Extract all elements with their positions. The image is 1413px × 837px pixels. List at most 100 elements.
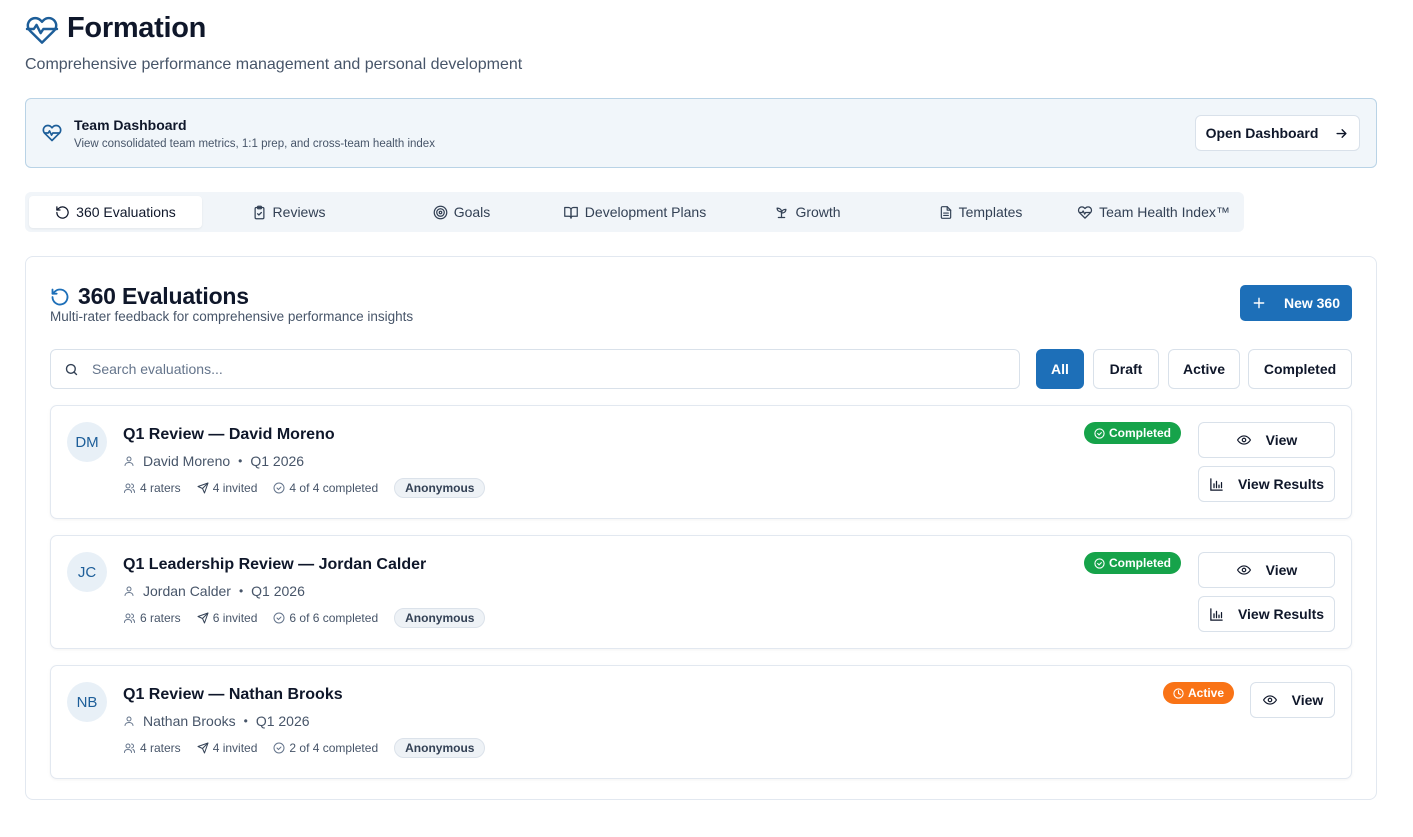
invited-count: 6 invited xyxy=(212,611,258,625)
user-icon xyxy=(123,585,135,597)
clipboard-check-icon xyxy=(252,205,267,220)
open-dashboard-button[interactable]: Open Dashboard xyxy=(1195,115,1360,151)
tab-templates[interactable]: Templates xyxy=(894,196,1067,228)
status-badge: Completed xyxy=(1084,422,1182,444)
raters-stat: 6 raters xyxy=(123,611,181,625)
completed-stat: 2 of 4 completed xyxy=(273,741,378,755)
check-circle-icon xyxy=(1094,427,1105,439)
status-label: Completed xyxy=(1109,426,1172,440)
eye-icon xyxy=(1236,433,1252,447)
tab-360-evaluations[interactable]: 360 Evaluations xyxy=(29,196,202,228)
view-button[interactable]: View xyxy=(1198,552,1335,588)
check-circle-icon xyxy=(273,742,285,754)
subject-name: Jordan Calder xyxy=(143,583,231,599)
tab-growth[interactable]: Growth xyxy=(721,196,894,228)
check-circle-icon xyxy=(273,482,285,494)
evaluation-meta: David Moreno • Q1 2026 xyxy=(123,453,304,469)
file-text-icon xyxy=(939,205,953,220)
filter-draft-button[interactable]: Draft xyxy=(1093,349,1159,389)
avatar: JC xyxy=(67,552,107,592)
tab-label: 360 Evaluations xyxy=(76,204,176,220)
subject-name: Nathan Brooks xyxy=(143,713,236,729)
send-icon xyxy=(197,482,209,494)
bar-chart-icon xyxy=(1209,607,1224,622)
search-icon xyxy=(64,362,79,377)
evaluation-title[interactable]: Q1 Leadership Review — Jordan Calder xyxy=(123,556,426,574)
status-label: Completed xyxy=(1109,556,1172,570)
anonymous-badge: Anonymous xyxy=(394,608,486,628)
view-button[interactable]: View xyxy=(1250,682,1335,718)
check-circle-icon xyxy=(1094,557,1105,569)
tab-label: Reviews xyxy=(272,204,326,220)
separator-dot: • xyxy=(243,714,248,728)
evaluation-card: DM Q1 Review — David Moreno David Moreno… xyxy=(50,405,1352,519)
tab-goals[interactable]: Goals xyxy=(375,196,548,228)
new-360-button[interactable]: New 360 xyxy=(1240,285,1352,321)
evaluation-stats: 4 raters 4 invited 4 of 4 completed Anon… xyxy=(123,478,486,498)
heart-pulse-icon xyxy=(42,123,62,143)
filter-completed-button[interactable]: Completed xyxy=(1248,349,1352,389)
avatar: DM xyxy=(67,422,107,462)
filter-active-button[interactable]: Active xyxy=(1168,349,1240,389)
tab-label: Goals xyxy=(453,204,491,220)
evaluation-card: JC Q1 Leadership Review — Jordan Calder … xyxy=(50,535,1352,649)
clock-icon xyxy=(1173,687,1184,699)
send-icon xyxy=(197,612,209,624)
evaluation-meta: Nathan Brooks • Q1 2026 xyxy=(123,713,310,729)
invited-count: 4 invited xyxy=(212,481,258,495)
evaluation-card: NB Q1 Review — Nathan Brooks Nathan Broo… xyxy=(50,665,1352,779)
section-title: 360 Evaluations xyxy=(78,283,249,309)
book-open-icon xyxy=(563,205,579,220)
review-period: Q1 2026 xyxy=(255,713,310,729)
section-subtitle: Multi-rater feedback for comprehensive p… xyxy=(50,309,414,324)
users-icon xyxy=(123,742,136,754)
app-subtitle: Comprehensive performance management and… xyxy=(25,56,523,73)
team-dashboard-banner: Team Dashboard View consolidated team me… xyxy=(25,98,1377,168)
search-box xyxy=(50,349,1020,389)
raters-stat: 4 raters xyxy=(123,481,181,495)
separator-dot: • xyxy=(238,584,244,598)
evaluation-stats: 6 raters 6 invited 6 of 6 completed Anon… xyxy=(123,608,486,628)
open-dashboard-label: Open Dashboard xyxy=(1205,125,1319,141)
tab-bar: 360 Evaluations Reviews Goals Developmen… xyxy=(25,192,1244,232)
heart-pulse-icon xyxy=(25,14,59,44)
eye-icon xyxy=(1262,693,1278,707)
filter-all-button[interactable]: All xyxy=(1036,349,1084,389)
search-input[interactable] xyxy=(92,361,972,377)
banner-subtitle: View consolidated team metrics, 1:1 prep… xyxy=(74,138,435,150)
tab-reviews[interactable]: Reviews xyxy=(202,196,375,228)
users-icon xyxy=(123,612,136,624)
filter-label: Completed xyxy=(1263,361,1337,377)
invited-stat: 4 invited xyxy=(197,741,258,755)
view-results-button[interactable]: View Results xyxy=(1198,596,1335,632)
raters-stat: 4 raters xyxy=(123,741,181,755)
review-period: Q1 2026 xyxy=(250,453,305,469)
completed-count: 2 of 4 completed xyxy=(289,741,379,755)
status-badge: Completed xyxy=(1084,552,1182,574)
completed-count: 6 of 6 completed xyxy=(289,611,379,625)
tab-team-health-index[interactable]: Team Health Index™ xyxy=(1067,196,1240,228)
new-360-label: New 360 xyxy=(1283,295,1341,311)
invited-count: 4 invited xyxy=(212,741,258,755)
arrow-right-icon xyxy=(1334,126,1349,141)
separator-dot: • xyxy=(238,454,243,468)
app-title: Formation xyxy=(67,12,207,44)
evaluation-meta: Jordan Calder • Q1 2026 xyxy=(123,583,305,599)
tab-label: Growth xyxy=(795,204,841,220)
view-button[interactable]: View xyxy=(1198,422,1335,458)
sprout-icon xyxy=(774,205,789,220)
evaluation-title[interactable]: Q1 Review — Nathan Brooks xyxy=(123,686,343,704)
check-circle-icon xyxy=(273,612,285,624)
status-label: Active xyxy=(1188,686,1225,700)
users-icon xyxy=(123,482,136,494)
view-label: View xyxy=(1291,692,1324,708)
user-icon xyxy=(123,715,135,727)
heart-pulse-icon xyxy=(1077,205,1093,220)
rotate-ccw-icon xyxy=(55,205,70,220)
evaluation-title[interactable]: Q1 Review — David Moreno xyxy=(123,426,335,444)
status-badge: Active xyxy=(1163,682,1235,704)
tab-development-plans[interactable]: Development Plans xyxy=(548,196,721,228)
raters-count: 4 raters xyxy=(140,741,181,755)
tab-label: Team Health Index™ xyxy=(1099,204,1230,220)
view-results-button[interactable]: View Results xyxy=(1198,466,1335,502)
